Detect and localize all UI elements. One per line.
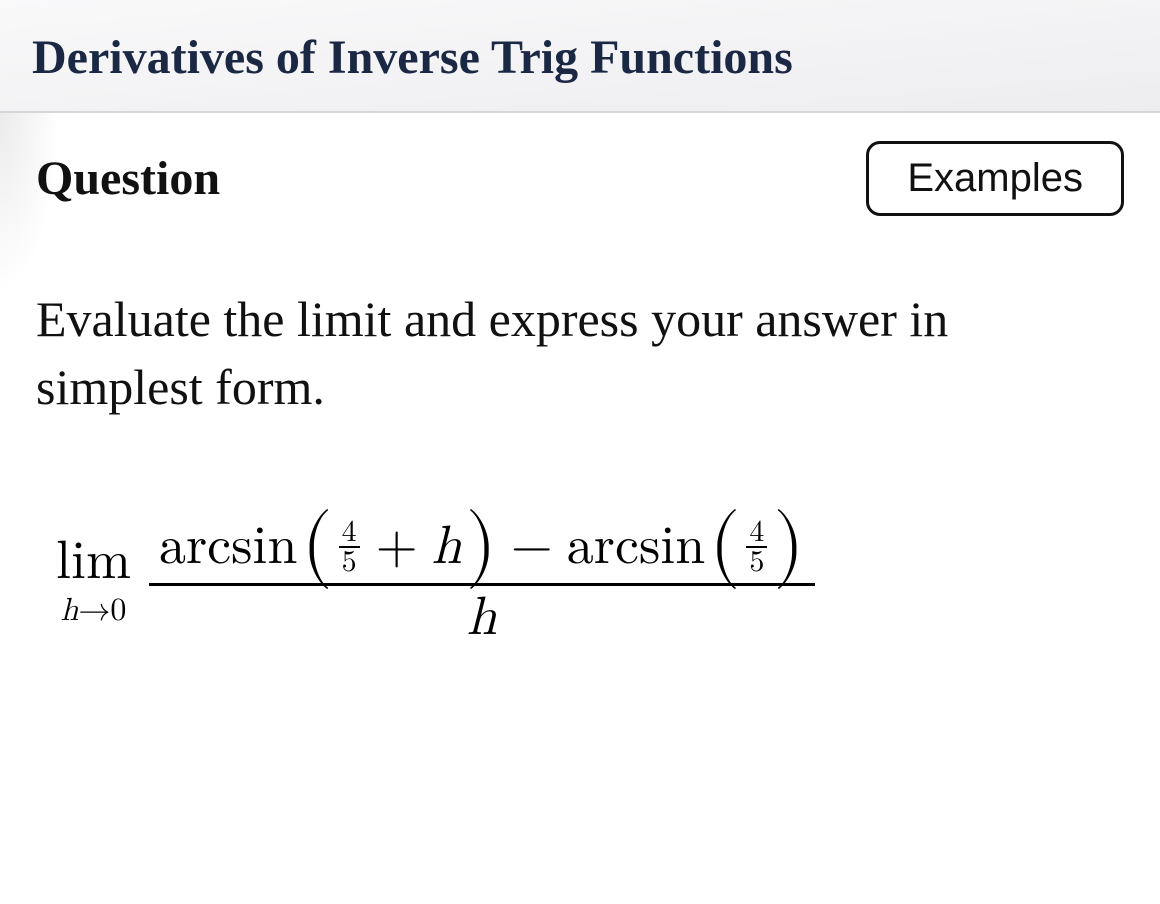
lim-target: 0 xyxy=(110,595,126,627)
fraction-denominator: h xyxy=(457,586,507,651)
limit-expression: lim h→0 arcsin ( 4 5 + h ) − arc xyxy=(36,511,1124,651)
lparen-1: ( xyxy=(301,513,332,577)
rparen-1: ) xyxy=(466,513,497,577)
minus-op: − xyxy=(501,519,563,576)
arcsin-2: arcsin xyxy=(567,519,705,576)
sfrac-num-2: 4 xyxy=(746,518,767,549)
rparen-2: ) xyxy=(773,513,804,577)
examples-button[interactable]: Examples xyxy=(866,141,1124,216)
fraction-numerator: arcsin ( 4 5 + h ) − arcsin ( 4 5 xyxy=(149,511,815,586)
denom-h: h xyxy=(467,590,497,647)
arcsin-1: arcsin xyxy=(159,519,297,576)
sfrac-num-1: 4 xyxy=(339,518,360,549)
topic-header: Derivatives of Inverse Trig Functions xyxy=(0,0,1160,113)
four-fifths-1: 4 5 xyxy=(339,518,360,577)
plus-op: + xyxy=(366,519,428,576)
sfrac-den-2: 5 xyxy=(746,548,767,577)
question-label: Question xyxy=(36,151,220,206)
four-fifths-2: 4 5 xyxy=(746,518,767,577)
lparen-2: ( xyxy=(709,513,740,577)
var-h-1: h xyxy=(432,519,462,576)
question-prompt: Evaluate the limit and express your answ… xyxy=(36,286,1124,421)
main-fraction: arcsin ( 4 5 + h ) − arcsin ( 4 5 xyxy=(149,511,815,651)
lim-subscript: h→0 xyxy=(61,595,127,627)
arrow-icon: → xyxy=(78,595,110,627)
limit-operator: lim h→0 xyxy=(56,535,131,627)
topic-title: Derivatives of Inverse Trig Functions xyxy=(32,30,1128,85)
question-card: Question Examples Evaluate the limit and… xyxy=(0,113,1160,904)
sfrac-den-1: 5 xyxy=(339,548,360,577)
lim-var: h xyxy=(61,595,79,627)
lim-word: lim xyxy=(56,535,131,589)
